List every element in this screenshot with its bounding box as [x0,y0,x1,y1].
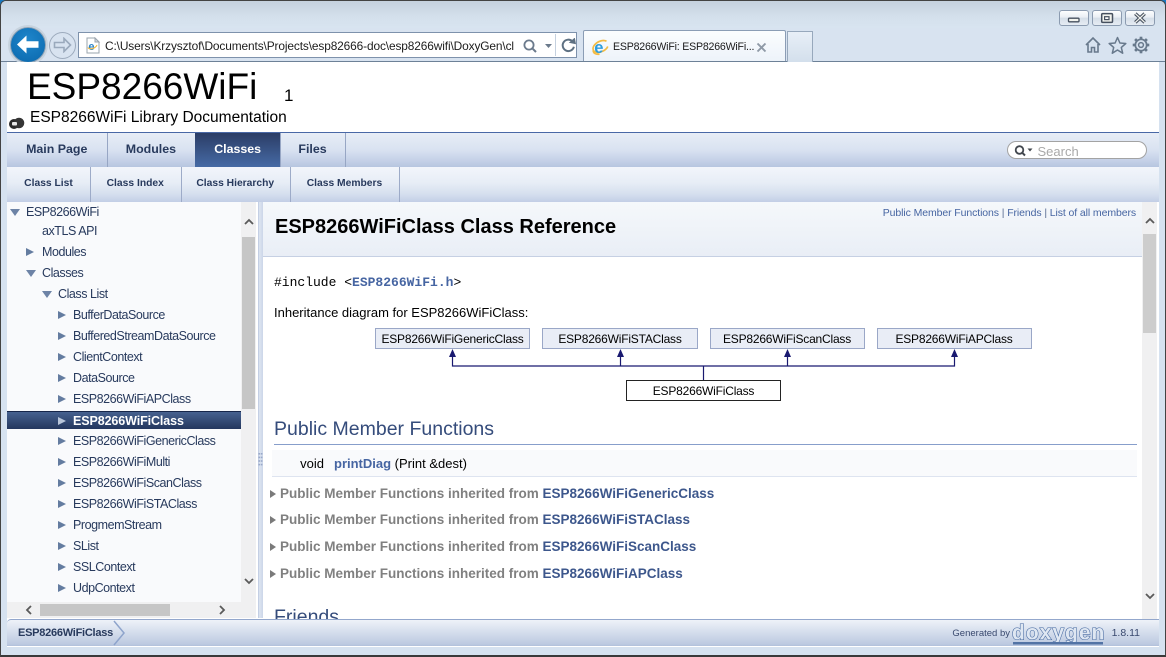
svg-text:doxygen: doxygen [1012,622,1105,645]
svg-text:e: e [88,41,94,53]
